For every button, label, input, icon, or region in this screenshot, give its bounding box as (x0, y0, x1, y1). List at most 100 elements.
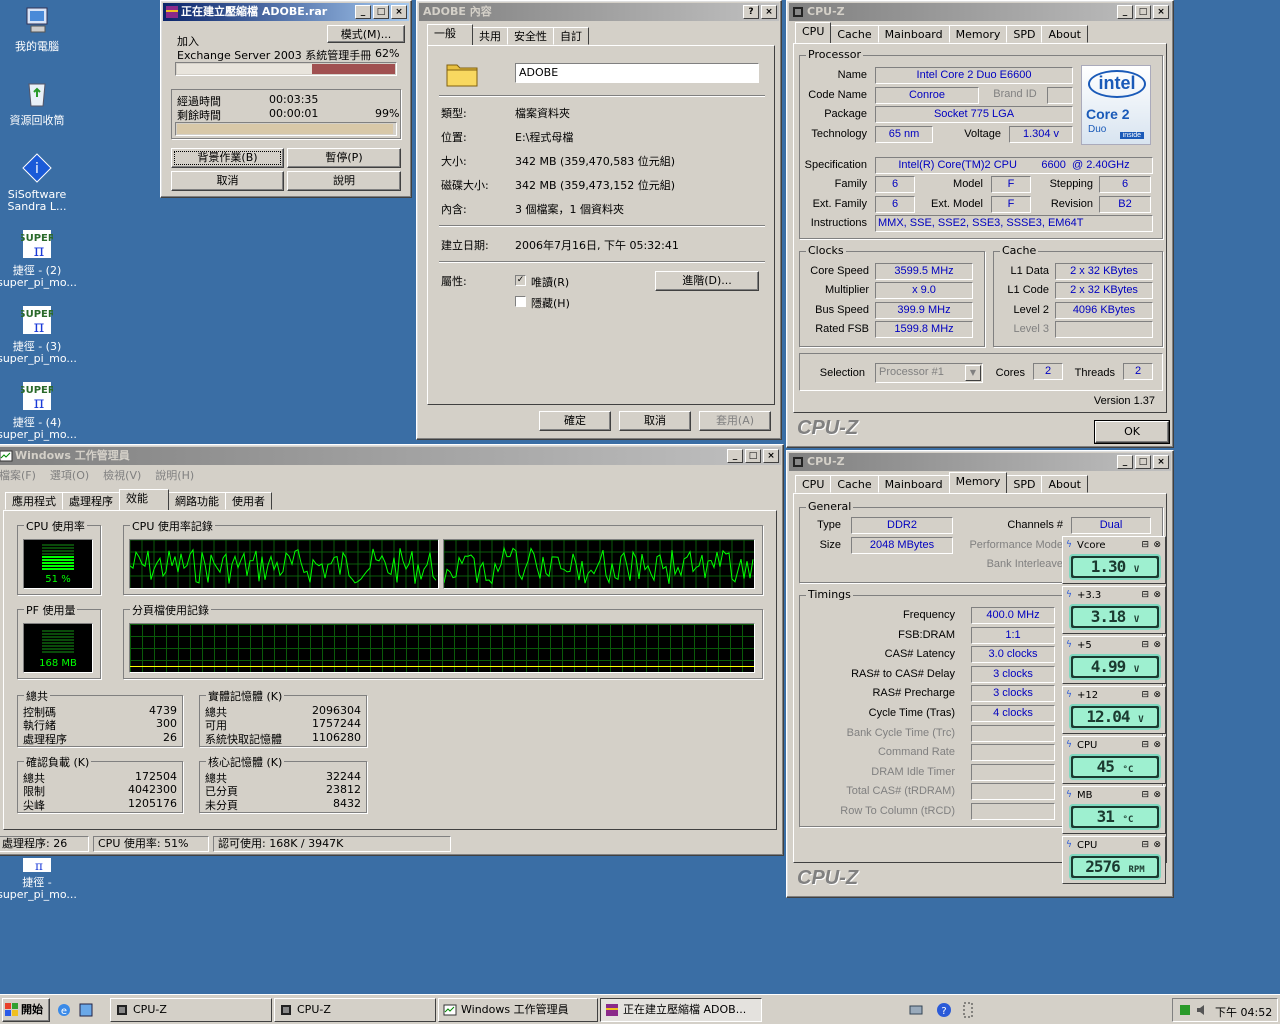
start-button[interactable]: 開始 (2, 998, 50, 1022)
monitor-gadget[interactable]: ϟ MB ⊟ ⊗ 31 °C (1062, 786, 1166, 834)
close-icon[interactable]: ⊗ (1153, 589, 1161, 602)
close-button[interactable]: × (763, 449, 779, 463)
desktop-icon-recycle-bin[interactable]: 資源回收筒 (0, 78, 77, 127)
tab-mainboard[interactable]: Mainboard (877, 25, 950, 43)
tray-app-icon[interactable] (962, 1002, 974, 1018)
title-bar[interactable]: Windows 工作管理員 _ □ × (0, 447, 781, 465)
gadget-menu-icon[interactable]: ⊟ (1141, 639, 1149, 652)
menu-help[interactable]: 說明(H) (155, 467, 194, 483)
close-icon[interactable]: ⊗ (1153, 689, 1161, 702)
tab-cpu[interactable]: CPU (795, 22, 832, 43)
tray-monitor-icon[interactable] (1179, 1004, 1191, 1016)
help-tray-icon[interactable]: ? (936, 1002, 952, 1018)
desktop-icon-superpi-2[interactable]: SUPER π 捷徑 - (2) super_pi_mo... (0, 228, 77, 289)
tab-memory[interactable]: Memory (948, 25, 1008, 43)
gadget-menu-icon[interactable]: ⊟ (1141, 539, 1149, 552)
close-icon[interactable]: ⊗ (1153, 639, 1161, 652)
gadget-menu-icon[interactable]: ⊟ (1141, 739, 1149, 752)
ok-button[interactable]: 確定 (539, 411, 611, 431)
desktop-icon-sandra[interactable]: i SiSoftware Sandra L... (0, 152, 77, 213)
tab-cache[interactable]: Cache (830, 25, 879, 43)
ok-button[interactable]: OK (1094, 420, 1170, 444)
title-bar[interactable]: ADOBE 內容 ? × (419, 3, 779, 21)
tab-processes[interactable]: 處理程序 (62, 492, 120, 510)
tab-general[interactable]: 一般 (427, 24, 473, 45)
menu-options[interactable]: 選項(O) (50, 467, 89, 483)
clock[interactable]: 下午 04:52 (1215, 1004, 1272, 1020)
tab-cpu[interactable]: CPU (795, 475, 832, 493)
quick-launch-icon[interactable] (78, 1002, 94, 1018)
processor-select[interactable]: Processor #1 ▼ (875, 363, 983, 383)
background-button[interactable]: 背景作業(B) (171, 148, 284, 168)
taskbar-button-task-manager[interactable]: Windows 工作管理員 (438, 998, 598, 1022)
gadget-menu-icon[interactable]: ⊟ (1141, 689, 1149, 702)
tab-custom[interactable]: 自訂 (553, 27, 589, 45)
close-button[interactable]: × (1153, 455, 1169, 469)
close-icon[interactable]: ⊗ (1153, 839, 1161, 852)
close-button[interactable]: × (391, 5, 407, 19)
desktop-icon-superpi-3[interactable]: SUPER π 捷徑 - (3) super_pi_mo... (0, 304, 77, 365)
minimize-button[interactable]: _ (1117, 5, 1133, 19)
help-button[interactable]: 說明 (287, 171, 401, 191)
tab-mainboard[interactable]: Mainboard (877, 475, 950, 493)
tab-spd[interactable]: SPD (1006, 25, 1043, 43)
maximize-button[interactable]: □ (373, 5, 389, 19)
help-title-button[interactable]: ? (743, 5, 759, 19)
desktop-icon-my-computer[interactable]: 我的電腦 (0, 4, 77, 53)
minimize-button[interactable]: _ (355, 5, 371, 19)
advanced-button[interactable]: 進階(D)... (655, 271, 759, 291)
maximize-button[interactable]: □ (745, 449, 761, 463)
monitor-gadget[interactable]: ϟ CPU ⊟ ⊗ 45 °C (1062, 736, 1166, 784)
maximize-button[interactable]: □ (1135, 5, 1151, 19)
close-icon[interactable]: ⊗ (1153, 739, 1161, 752)
tab-about[interactable]: About (1041, 475, 1088, 493)
tab-memory[interactable]: Memory (948, 472, 1008, 493)
tab-sharing[interactable]: 共用 (472, 27, 508, 45)
taskbar-button-winrar[interactable]: 正在建立壓縮檔 ADOB... (600, 998, 762, 1022)
speaker-icon[interactable] (1195, 1003, 1209, 1017)
menu-file[interactable]: 檔案(F) (0, 467, 36, 483)
close-button[interactable]: × (1153, 5, 1169, 19)
taskbar-button-cpuz-2[interactable]: CPU-Z (274, 998, 436, 1022)
desktop-icon-superpi[interactable]: π 捷徑 - super_pi_mo... (0, 858, 77, 901)
monitor-gadget[interactable]: ϟ +5 ⊟ ⊗ 4.99 V (1062, 636, 1166, 684)
readonly-checkbox[interactable]: ✓ (515, 275, 526, 286)
pause-button[interactable]: 暫停(P) (287, 148, 401, 168)
close-icon[interactable]: ⊗ (1153, 539, 1161, 552)
title-bar[interactable]: CPU-Z _ □ × (789, 453, 1171, 471)
gadget-menu-icon[interactable]: ⊟ (1141, 589, 1149, 602)
monitor-gadget[interactable]: ϟ CPU ⊟ ⊗ 2576 RPM (1062, 836, 1166, 884)
gadget-menu-icon[interactable]: ⊟ (1141, 789, 1149, 802)
tab-spd[interactable]: SPD (1006, 475, 1043, 493)
hidden-checkbox[interactable] (515, 296, 526, 307)
tab-users[interactable]: 使用者 (225, 492, 272, 510)
apply-button[interactable]: 套用(A) (699, 411, 771, 431)
close-icon[interactable]: ⊗ (1153, 789, 1161, 802)
desktop-icon-superpi-4[interactable]: SUPER π 捷徑 - (4) super_pi_mo... (0, 380, 77, 441)
taskbar-button-cpuz-1[interactable]: CPU-Z (110, 998, 272, 1022)
folder-name-field[interactable]: ADOBE (515, 63, 759, 83)
minimize-button[interactable]: _ (1117, 455, 1133, 469)
tab-cache[interactable]: Cache (830, 475, 879, 493)
mode-button[interactable]: 模式(M)... (327, 25, 405, 43)
tab-security[interactable]: 安全性 (507, 27, 554, 45)
monitor-gadget[interactable]: ϟ Vcore ⊟ ⊗ 1.30 V (1062, 536, 1166, 584)
gadget-menu-icon[interactable]: ⊟ (1141, 839, 1149, 852)
cancel-button[interactable]: 取消 (619, 411, 691, 431)
chevron-down-icon[interactable]: ▼ (965, 365, 981, 381)
internet-explorer-icon[interactable]: e (56, 1002, 72, 1018)
monitor-gadget[interactable]: ϟ +12 ⊟ ⊗ 12.04 V (1062, 686, 1166, 734)
close-button[interactable]: × (761, 5, 777, 19)
tab-applications[interactable]: 應用程式 (5, 492, 63, 510)
minimize-button[interactable]: _ (727, 449, 743, 463)
cancel-button[interactable]: 取消 (171, 171, 284, 191)
monitor-gadget[interactable]: ϟ +3.3 ⊟ ⊗ 3.18 V (1062, 586, 1166, 634)
tab-performance[interactable]: 效能 (119, 489, 169, 510)
tab-about[interactable]: About (1041, 25, 1088, 43)
maximize-button[interactable]: □ (1135, 455, 1151, 469)
title-bar[interactable]: 正在建立壓縮檔 ADOBE.rar _ □ × (163, 3, 409, 21)
menu-view[interactable]: 檢視(V) (103, 467, 141, 483)
tab-networking[interactable]: 網路功能 (168, 492, 226, 510)
network-tray-icon[interactable] (908, 1002, 924, 1018)
title-bar[interactable]: CPU-Z _ □ × (789, 3, 1171, 21)
